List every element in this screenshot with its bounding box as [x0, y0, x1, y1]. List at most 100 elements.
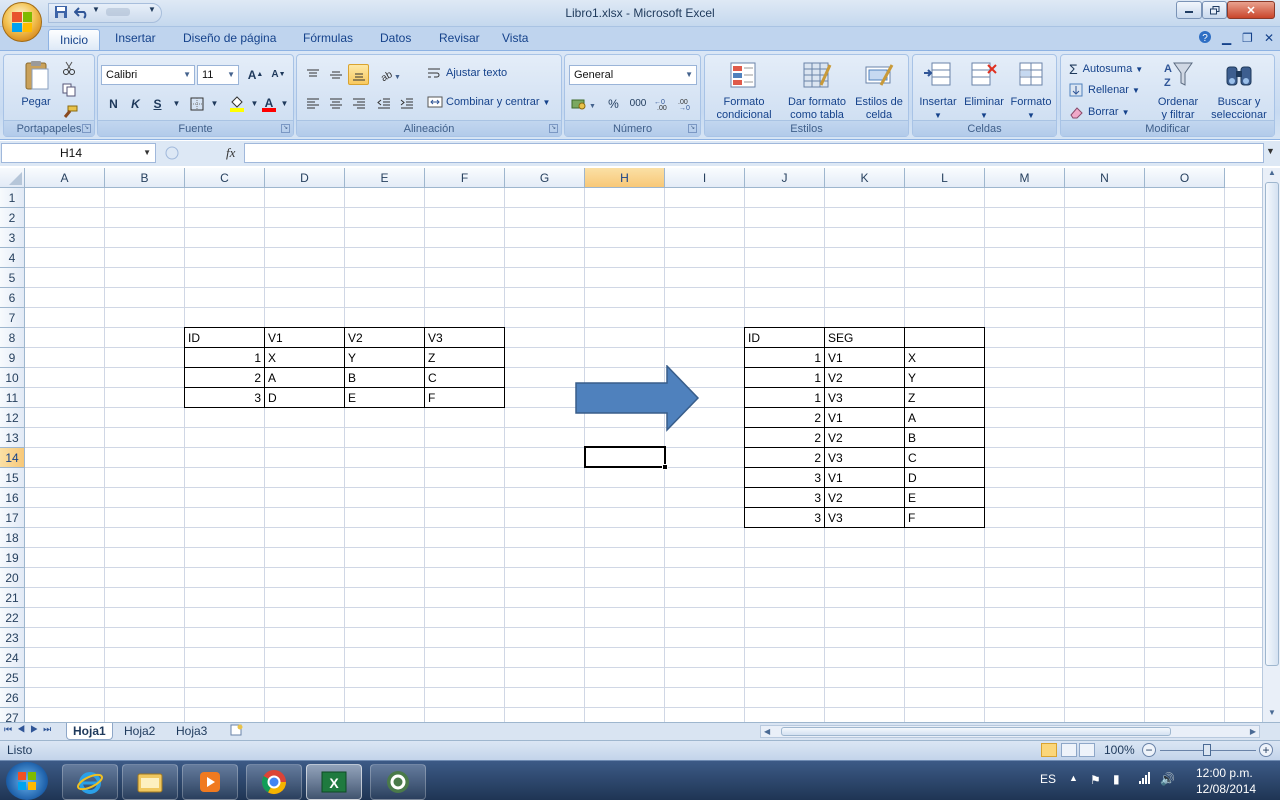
column-header-n[interactable]: N	[1065, 168, 1145, 188]
row-header-18[interactable]: 18	[0, 528, 25, 548]
column-header-f[interactable]: F	[425, 168, 505, 188]
close-button[interactable]: ✕	[1227, 1, 1275, 19]
taskbar-app-icon[interactable]	[370, 764, 426, 800]
cell-f10[interactable]: C	[424, 367, 505, 388]
horizontal-scroll-thumb[interactable]	[781, 727, 1171, 736]
cell-j8[interactable]: ID	[744, 327, 825, 348]
column-header-g[interactable]: G	[505, 168, 585, 188]
cell-f8[interactable]: V3	[424, 327, 505, 348]
cell-k9[interactable]: V1	[824, 347, 905, 368]
row-header-5[interactable]: 5	[0, 268, 25, 288]
row-header-21[interactable]: 21	[0, 588, 25, 608]
new-sheet-icon[interactable]	[224, 723, 250, 740]
underline-button[interactable]: S	[147, 93, 168, 114]
scroll-down-icon[interactable]: ▼	[1265, 708, 1279, 720]
cell-j10[interactable]: 1	[744, 367, 825, 388]
row-header-25[interactable]: 25	[0, 668, 25, 688]
increase-decimal-icon[interactable]: ←0.00	[653, 93, 675, 114]
format-as-table-button[interactable]: Dar formato como tabla	[783, 59, 851, 122]
row-header-19[interactable]: 19	[0, 548, 25, 568]
percent-button[interactable]: %	[603, 93, 624, 114]
name-box-dropdown-icon[interactable]: ▼	[143, 148, 151, 157]
column-header-h[interactable]: H	[585, 168, 665, 188]
help-icon[interactable]: ?	[1196, 30, 1214, 50]
row-header-8[interactable]: 8	[0, 328, 25, 348]
sort-filter-button[interactable]: AZ Ordenar y filtrar	[1153, 59, 1203, 122]
column-header-c[interactable]: C	[185, 168, 265, 188]
cell-k10[interactable]: V2	[824, 367, 905, 388]
row-header-11[interactable]: 11	[0, 388, 25, 408]
cell-j16[interactable]: 3	[744, 487, 825, 508]
cell-j9[interactable]: 1	[744, 347, 825, 368]
currency-icon[interactable]: ▼	[569, 93, 599, 114]
row-header-12[interactable]: 12	[0, 408, 25, 428]
cell-k17[interactable]: V3	[824, 507, 905, 528]
row-header-17[interactable]: 17	[0, 508, 25, 528]
minimize-button[interactable]	[1176, 1, 1202, 19]
cell-l10[interactable]: Y	[904, 367, 985, 388]
row-header-24[interactable]: 24	[0, 648, 25, 668]
clock-date[interactable]: 12/08/2014	[1196, 782, 1256, 796]
ribbon-restore-icon[interactable]: ❐	[1240, 31, 1255, 51]
fill-handle[interactable]	[662, 464, 668, 470]
cell-f11[interactable]: F	[424, 387, 505, 408]
row-header-1[interactable]: 1	[0, 188, 25, 208]
grow-font-icon[interactable]: A ▲	[245, 64, 266, 85]
italic-button[interactable]: K	[125, 93, 146, 114]
row-header-3[interactable]: 3	[0, 228, 25, 248]
row-header-4[interactable]: 4	[0, 248, 25, 268]
cell-k15[interactable]: V1	[824, 467, 905, 488]
bold-button[interactable]: N	[103, 93, 124, 114]
alignment-launcher-icon[interactable]: ↘	[549, 124, 558, 133]
cell-l11[interactable]: Z	[904, 387, 985, 408]
start-button[interactable]	[6, 762, 48, 800]
cell-l9[interactable]: X	[904, 347, 985, 368]
page-layout-view-icon[interactable]	[1061, 743, 1077, 757]
column-header-b[interactable]: B	[105, 168, 185, 188]
decrease-decimal-icon[interactable]: .00 →0	[675, 93, 697, 114]
row-header-6[interactable]: 6	[0, 288, 25, 308]
sheet-tab-hoja3[interactable]: Hoja3	[170, 723, 213, 740]
cell-j13[interactable]: 2	[744, 427, 825, 448]
select-all-corner[interactable]	[0, 168, 25, 188]
cell-k11[interactable]: V3	[824, 387, 905, 408]
increase-indent-icon[interactable]	[396, 93, 417, 114]
merge-center-button[interactable]: Combinar y centrar ▼	[427, 95, 550, 109]
orientation-icon[interactable]: ab ▼	[375, 64, 405, 85]
insert-cells-button[interactable]: Insertar ▼	[915, 59, 961, 122]
cell-e11[interactable]: E	[344, 387, 425, 408]
align-middle-icon[interactable]	[325, 64, 346, 85]
power-icon[interactable]: ▮	[1113, 772, 1120, 786]
cell-l12[interactable]: A	[904, 407, 985, 428]
tab-vista[interactable]: Vista	[500, 31, 530, 51]
row-header-22[interactable]: 22	[0, 608, 25, 628]
expand-formula-icon[interactable]: ▼	[1266, 146, 1275, 156]
zoom-level[interactable]: 100%	[1104, 743, 1135, 757]
row-header-13[interactable]: 13	[0, 428, 25, 448]
scroll-left-icon[interactable]: ◀	[761, 726, 773, 737]
align-left-icon[interactable]	[302, 93, 323, 114]
volume-icon[interactable]: 🔊	[1160, 772, 1175, 786]
cell-c8[interactable]: ID	[184, 327, 265, 348]
name-box[interactable]: H14 ▼	[1, 143, 156, 163]
find-select-button[interactable]: Buscar y seleccionar	[1205, 59, 1273, 122]
column-header-l[interactable]: L	[905, 168, 985, 188]
taskbar-ie-icon[interactable]	[62, 764, 118, 800]
column-header-o[interactable]: O	[1145, 168, 1225, 188]
shrink-font-icon[interactable]: A ▼	[268, 64, 289, 85]
align-center-icon[interactable]	[325, 93, 346, 114]
thousands-button[interactable]: 000	[625, 93, 651, 114]
horizontal-scrollbar[interactable]: ◀ ▶	[760, 725, 1260, 738]
clock-time[interactable]: 12:00 p.m.	[1196, 766, 1253, 780]
worksheet-grid[interactable]: ABCDEFGHIJKLMNO 1 2 3 4 5 6 7 8 9 10 11 12 13 14 15 16 1…	[0, 168, 1262, 722]
cell-l8[interactable]	[904, 327, 985, 348]
vertical-scrollbar[interactable]: ▲ ▼	[1262, 168, 1280, 722]
font-size-select[interactable]: 11 ▼	[197, 65, 239, 85]
cell-c11[interactable]: 3	[184, 387, 265, 408]
font-launcher-icon[interactable]: ↘	[281, 124, 290, 133]
font-color-dropdown-icon[interactable]: ▼	[274, 93, 295, 114]
cell-d8[interactable]: V1	[264, 327, 345, 348]
tab-datos[interactable]: Datos	[378, 31, 413, 51]
cell-k16[interactable]: V2	[824, 487, 905, 508]
column-header-a[interactable]: A	[25, 168, 105, 188]
